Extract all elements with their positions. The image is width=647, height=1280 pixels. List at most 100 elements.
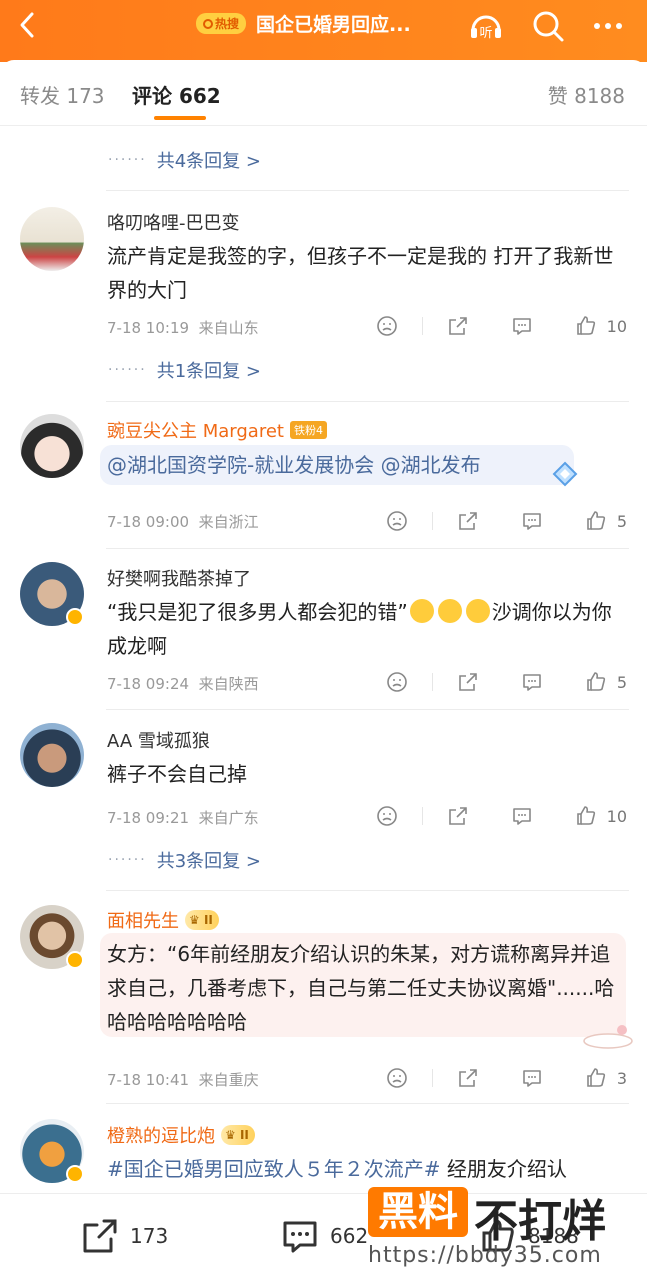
fan-badge: 铁粉4 — [289, 421, 327, 439]
comment-actions: 10 — [338, 311, 627, 341]
comment-username[interactable]: 橙熟的逗比炮 ♛ II — [107, 1122, 255, 1148]
listen-icon[interactable]: 听 — [468, 8, 504, 44]
watermark-text: 不打烊 — [474, 1196, 606, 1247]
top-bar: 热搜 国企已婚男回应... 听 — [0, 0, 647, 62]
divider — [106, 1103, 629, 1104]
comment-button[interactable]: 662 — [280, 1216, 368, 1256]
comment-meta: 7-18 09:24 来自陕西 — [107, 675, 259, 693]
like-icon[interactable] — [581, 506, 611, 536]
like-count: 10 — [606, 316, 627, 336]
repost-icon — [83, 1219, 117, 1253]
share-icon[interactable] — [453, 506, 483, 536]
comment-meta: 7-18 09:00 来自浙江 — [107, 513, 259, 531]
comment-username[interactable]: 好樊啊我酷茶掉了 — [107, 565, 251, 591]
comment-text: 女方：“6年前经朋友介绍认识的朱某，对方谎称离异并追求自己，几番考虑下，自己与第… — [107, 942, 615, 1034]
share-icon[interactable] — [453, 1063, 483, 1093]
dislike-icon[interactable] — [382, 667, 412, 697]
divider — [106, 190, 629, 191]
mention-link[interactable]: @湖北国资学院-就业发展协会 — [107, 453, 374, 477]
watermark-logo-box: 黑料 — [368, 1187, 468, 1237]
action-separator — [431, 512, 433, 530]
watermark-url: https://bbdy35.com — [368, 1243, 602, 1268]
reply-icon[interactable] — [517, 506, 547, 536]
verified-badge-icon — [66, 608, 84, 626]
divider — [106, 890, 629, 891]
member-crown-badge: ♛ II — [221, 1125, 255, 1145]
share-icon[interactable] — [443, 801, 473, 831]
share-icon[interactable] — [443, 311, 473, 341]
repost-count: 173 — [130, 1224, 169, 1248]
dislike-icon[interactable] — [382, 506, 412, 536]
more-icon[interactable] — [590, 8, 626, 44]
avatar[interactable] — [20, 723, 84, 787]
verified-badge-icon — [66, 1165, 84, 1183]
comment-text: “我只是犯了很多男人都会犯的错” 沙调你以为你成龙啊 — [107, 599, 612, 658]
topic-link[interactable]: #国企已婚男回应致人５年２次流产# — [107, 1157, 441, 1181]
tab-like[interactable]: 赞 8188 — [548, 80, 625, 109]
watermark: 黑料 不打烊 https://bbdy35.com — [368, 1183, 638, 1277]
comment-actions: 5 — [348, 667, 627, 697]
comment-actions: 10 — [338, 801, 627, 831]
comment-text: #国企已婚男回应致人５年２次流产# 经朋友介绍认 — [107, 1157, 567, 1181]
view-replies-link[interactable]: ······ 共4条回复 > — [108, 147, 261, 173]
dislike-icon[interactable] — [372, 311, 402, 341]
reply-icon[interactable] — [507, 801, 537, 831]
cat-sticker-icon — [578, 1021, 634, 1049]
divider — [106, 401, 629, 402]
dislike-icon[interactable] — [382, 1063, 412, 1093]
action-separator — [431, 1069, 433, 1087]
reply-icon[interactable] — [517, 1063, 547, 1093]
view-replies-link[interactable]: ······ 共3条回复 > — [108, 847, 261, 873]
tab-repost[interactable]: 转发 173 — [20, 80, 105, 109]
comment-username[interactable]: AA 雪域孤狼 — [107, 727, 210, 753]
grin-emoji-icon — [465, 599, 490, 623]
comment-icon — [283, 1221, 317, 1253]
listen-label: 听 — [479, 26, 492, 41]
like-count: 10 — [606, 806, 627, 826]
comment-username[interactable]: 咯叨咯哩-巴巴变 — [107, 209, 240, 235]
dots-icon: ······ — [108, 852, 147, 868]
comment-actions: 5 — [348, 506, 627, 536]
active-tab-indicator — [154, 116, 206, 120]
comment-count: 662 — [330, 1224, 369, 1248]
dots-icon: ······ — [108, 362, 147, 378]
like-count: 5 — [616, 511, 627, 531]
avatar[interactable] — [20, 207, 84, 271]
reply-icon[interactable] — [507, 311, 537, 341]
comment-meta: 7-18 10:19 来自山东 — [107, 319, 259, 337]
like-icon[interactable] — [581, 667, 611, 697]
topic-pill[interactable]: 热搜 国企已婚男回应... — [196, 10, 411, 37]
grin-emoji-icon — [409, 599, 434, 623]
comment-meta: 7-18 10:41 来自重庆 — [107, 1071, 259, 1089]
like-icon[interactable] — [581, 1063, 611, 1093]
action-separator — [421, 807, 423, 825]
action-separator — [431, 673, 433, 691]
tab-comment[interactable]: 评论 662 — [132, 80, 221, 109]
divider — [106, 709, 629, 710]
comment-text: 裤子不会自己掉 — [107, 762, 247, 786]
comment-username[interactable]: 豌豆尖公主 Margaret 铁粉4 — [107, 417, 327, 443]
dislike-icon[interactable] — [372, 801, 402, 831]
member-crown-badge: ♛ II — [185, 910, 219, 930]
reply-icon[interactable] — [517, 667, 547, 697]
like-count: 5 — [616, 672, 627, 692]
like-icon[interactable] — [571, 801, 601, 831]
topic-title: 国企已婚男回应... — [256, 14, 411, 36]
comment-username[interactable]: 面相先生 ♛ II — [107, 907, 219, 933]
hot-search-tag: 热搜 — [196, 13, 247, 34]
dots-icon: ······ — [108, 152, 147, 168]
share-icon[interactable] — [453, 667, 483, 697]
diamond-icon — [548, 461, 582, 487]
mention-link[interactable]: @湖北发布 — [381, 453, 481, 477]
avatar[interactable] — [20, 414, 84, 478]
action-separator — [421, 317, 423, 335]
search-icon[interactable] — [530, 8, 566, 44]
comment-actions: 3 — [348, 1063, 627, 1093]
repost-button[interactable]: 173 — [80, 1216, 168, 1256]
like-icon[interactable] — [571, 311, 601, 341]
view-replies-link[interactable]: ······ 共1条回复 > — [108, 357, 261, 383]
back-icon[interactable] — [14, 10, 42, 40]
hot-search-icon — [203, 18, 213, 29]
tab-bar: 转发 173 评论 662 赞 8188 — [0, 60, 647, 126]
like-count: 3 — [616, 1068, 627, 1088]
